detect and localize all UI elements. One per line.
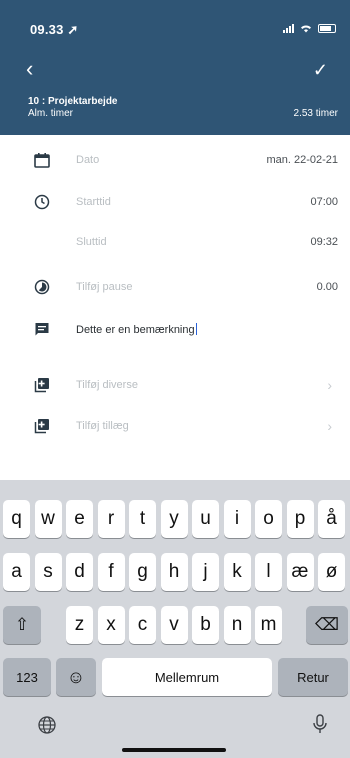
status-icons <box>283 24 336 33</box>
numbers-key[interactable]: 123 <box>3 658 51 696</box>
date-row[interactable]: Dato man. 22-02-21 <box>0 143 350 177</box>
hour-type: Alm. timer <box>28 108 73 119</box>
key-v[interactable]: v <box>160 606 188 644</box>
text-cursor <box>195 322 197 335</box>
key-t[interactable]: t <box>129 500 156 538</box>
start-time-row[interactable]: Starttid 07:00 <box>0 185 350 219</box>
battery-icon <box>318 24 336 33</box>
space-key[interactable]: Mellemrum <box>102 658 272 696</box>
shift-key[interactable]: ⇧ <box>3 606 41 644</box>
key-j[interactable]: j <box>192 553 219 591</box>
add-box-icon <box>34 419 49 434</box>
total-hours: 2.53 timer <box>293 108 338 119</box>
back-button[interactable]: ‹ <box>26 58 33 80</box>
add-box-icon <box>34 378 49 393</box>
pause-value: 0.00 <box>316 281 338 293</box>
home-indicator <box>122 748 226 752</box>
key-z[interactable]: z <box>66 606 93 644</box>
comment-icon <box>35 323 49 336</box>
wifi-icon <box>301 25 311 33</box>
key-n[interactable]: n <box>223 606 251 644</box>
globe-icon[interactable] <box>38 716 56 734</box>
key-æ[interactable]: æ <box>286 553 314 591</box>
signal-icon <box>283 24 294 33</box>
key-p[interactable]: p <box>286 500 314 538</box>
remark-row[interactable]: Dette er en bemærkning <box>0 312 350 346</box>
start-time-value: 07:00 <box>310 196 338 208</box>
pause-row[interactable]: Tilføj pause 0.00 <box>0 270 350 304</box>
key-k[interactable]: k <box>223 553 251 591</box>
save-check-button[interactable]: ✓ <box>313 60 328 81</box>
add-misc-label: Tilføj diverse <box>76 379 138 391</box>
chevron-right-icon: › <box>327 418 332 434</box>
key-e[interactable]: e <box>66 500 93 538</box>
add-supplement-row[interactable]: Tilføj tillæg › <box>0 409 350 443</box>
remark-input[interactable]: Dette er en bemærkning <box>76 322 197 336</box>
add-misc-row[interactable]: Tilføj diverse › <box>0 368 350 402</box>
time-entry-form: Dato man. 22-02-21 Starttid 07:00 Slutti… <box>0 135 350 480</box>
key-c[interactable]: c <box>129 606 156 644</box>
end-time-label: Sluttid <box>76 236 107 248</box>
key-h[interactable]: h <box>160 553 188 591</box>
key-s[interactable]: s <box>34 553 62 591</box>
key-ø[interactable]: ø <box>318 553 345 591</box>
phone-screen: 09.33 ➚ ‹ ✓ 10 : Projektarbejde Alm. tim… <box>0 0 350 758</box>
project-title: 10 : Projektarbejde <box>28 96 118 107</box>
pause-label: Tilføj pause <box>76 281 133 293</box>
header: 09.33 ➚ ‹ ✓ 10 : Projektarbejde Alm. tim… <box>0 0 350 135</box>
key-a[interactable]: a <box>3 553 30 591</box>
key-f[interactable]: f <box>97 553 125 591</box>
key-r[interactable]: r <box>97 500 125 538</box>
calendar-icon <box>34 153 50 168</box>
end-time-row[interactable]: Sluttid 09:32 <box>0 225 350 259</box>
microphone-icon[interactable] <box>312 714 328 734</box>
key-o[interactable]: o <box>255 500 282 538</box>
key-u[interactable]: u <box>192 500 219 538</box>
end-time-value: 09:32 <box>310 236 338 248</box>
status-time: 09.33 ➚ <box>30 22 79 37</box>
backspace-key[interactable]: ⌫ <box>306 606 348 644</box>
key-i[interactable]: i <box>223 500 251 538</box>
key-w[interactable]: w <box>34 500 62 538</box>
chevron-right-icon: › <box>327 377 332 393</box>
key-y[interactable]: y <box>160 500 188 538</box>
key-b[interactable]: b <box>192 606 219 644</box>
key-l[interactable]: l <box>255 553 282 591</box>
clock-icon <box>34 194 50 210</box>
key-å[interactable]: å <box>318 500 345 538</box>
start-time-label: Starttid <box>76 196 111 208</box>
emoji-key[interactable]: ☺ <box>56 658 96 696</box>
key-x[interactable]: x <box>97 606 125 644</box>
timelapse-icon <box>34 279 50 295</box>
key-q[interactable]: q <box>3 500 30 538</box>
date-label: Dato <box>76 154 100 166</box>
add-supplement-label: Tilføj tillæg <box>76 420 129 432</box>
key-m[interactable]: m <box>255 606 282 644</box>
return-key[interactable]: Retur <box>278 658 348 696</box>
key-d[interactable]: d <box>66 553 93 591</box>
key-g[interactable]: g <box>129 553 156 591</box>
date-value: man. 22-02-21 <box>266 154 338 166</box>
